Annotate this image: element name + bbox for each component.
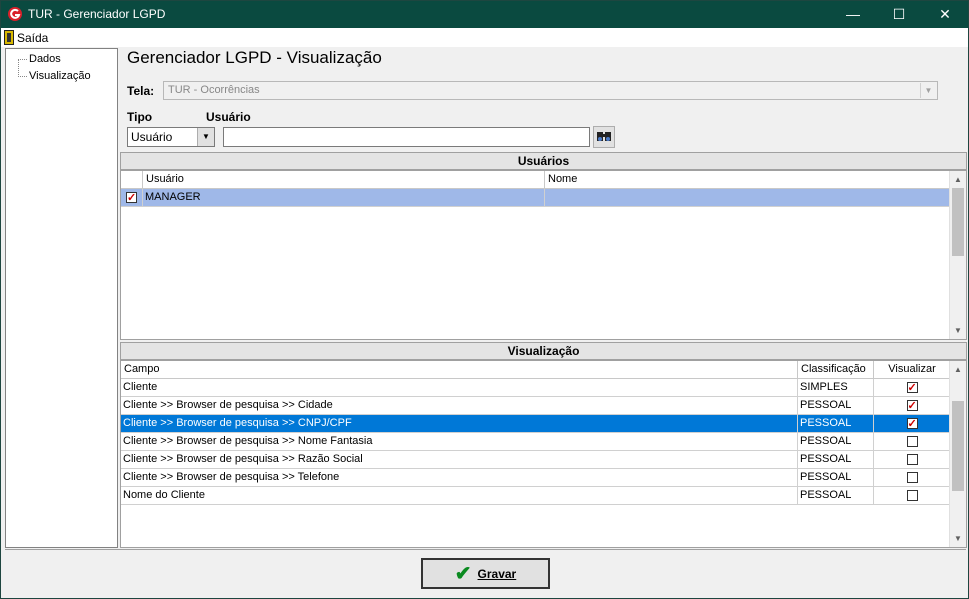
page-title: Gerenciador LGPD - Visualização [127,48,382,67]
tipo-select[interactable]: Usuário ▼ [127,127,215,147]
scroll-up-icon[interactable]: ▲ [950,361,966,378]
column-header-nome[interactable]: Nome [545,171,951,189]
view-section-header: Visualização [120,342,967,360]
visualizar-cell[interactable] [874,487,951,504]
campo-cell: Cliente >> Browser de pesquisa >> Telefo… [121,469,798,486]
tela-select-value: TUR - Ocorrências [168,84,260,96]
save-button[interactable]: ✔ Gravar [421,558,550,589]
classificacao-cell: PESSOAL [798,469,874,486]
app-window: TUR - Gerenciador LGPD — ☐ ✕ Saída Dados… [0,0,969,599]
door-exit-icon [4,30,14,45]
tree-item-visualizacao[interactable]: Visualização [29,70,91,82]
campo-cell: Cliente >> Browser de pesquisa >> Nome F… [121,433,798,450]
scroll-up-icon[interactable]: ▲ [950,171,966,188]
exit-menu-label: Saída [17,30,49,45]
table-row[interactable]: Cliente >> Browser de pesquisa >> CNPJ/C… [121,415,951,433]
binoculars-icon [597,132,611,141]
classificacao-cell: SIMPLES [798,379,874,396]
classificacao-cell: PESSOAL [798,397,874,414]
column-header-usuario[interactable]: Usuário [143,171,545,189]
table-row[interactable]: Cliente SIMPLES [121,379,951,397]
user-usuario-cell: MANAGER [143,189,545,206]
users-grid: Usuário Nome MANAGER ▲ ▼ [120,170,967,340]
title-bar: TUR - Gerenciador LGPD — ☐ ✕ [1,1,968,28]
scrollbar-thumb[interactable] [952,401,964,491]
visualizar-checkbox[interactable] [906,471,918,483]
visualizar-checkbox[interactable] [906,398,918,414]
classificacao-cell: PESSOAL [798,433,874,450]
tipo-select-value: Usuário [131,130,173,144]
usuario-label: Usuário [206,110,251,124]
visualizar-cell[interactable] [874,451,951,468]
visualizar-cell[interactable] [874,397,951,414]
classificacao-cell: PESSOAL [798,487,874,504]
view-scrollbar[interactable]: ▲ ▼ [949,361,966,547]
user-nome-cell [545,189,951,206]
checkmark-icon: ✔ [454,562,472,585]
users-section-header: Usuários [120,152,967,170]
visualizar-cell[interactable] [874,415,951,432]
chevron-down-icon: ▼ [920,83,936,98]
scroll-down-icon[interactable]: ▼ [950,530,966,547]
column-header-classificacao[interactable]: Classificação [798,361,874,379]
tree-connector [18,76,27,77]
tipo-label: Tipo [127,110,153,124]
menu-bar: Saída [1,28,968,47]
table-row[interactable]: Cliente >> Browser de pesquisa >> Telefo… [121,469,951,487]
view-grid: Campo Classificação Visualizar Cliente SI… [120,360,967,548]
visualizar-checkbox[interactable] [906,435,918,447]
users-scrollbar[interactable]: ▲ ▼ [949,171,966,339]
window-title: TUR - Gerenciador LGPD [28,7,166,21]
search-user-button[interactable] [593,126,615,148]
row-checkbox-cell[interactable] [121,189,143,206]
campo-cell: Cliente >> Browser de pesquisa >> Cidade [121,397,798,414]
campo-cell: Cliente >> Browser de pesquisa >> CNPJ/C… [121,415,798,432]
tree-connector [18,59,27,60]
minimize-button[interactable]: — [830,1,876,28]
chevron-down-icon[interactable]: ▼ [197,128,214,146]
classificacao-cell: PESSOAL [798,415,874,432]
campo-cell: Cliente [121,379,798,396]
exit-menu-item[interactable]: Saída [4,29,48,46]
column-header-visualizar[interactable]: Visualizar [874,361,951,379]
close-button[interactable]: ✕ [922,1,968,28]
table-row[interactable]: MANAGER [121,189,951,207]
campo-cell: Cliente >> Browser de pesquisa >> Razão … [121,451,798,468]
tela-select: TUR - Ocorrências ▼ [163,81,938,100]
table-row[interactable]: Cliente >> Browser de pesquisa >> Nome F… [121,433,951,451]
tree-item-dados[interactable]: Dados [29,53,61,65]
visualizar-checkbox[interactable] [906,380,918,396]
table-row[interactable]: Cliente >> Browser de pesquisa >> Cidade… [121,397,951,415]
visualizar-checkbox[interactable] [906,453,918,465]
user-select-checkbox[interactable] [126,190,137,206]
scrollbar-thumb[interactable] [952,188,964,256]
scroll-down-icon[interactable]: ▼ [950,322,966,339]
save-button-label: Gravar [477,566,517,581]
column-header-campo[interactable]: Campo [121,361,798,379]
campo-cell: Nome do Cliente [121,487,798,504]
users-grid-corner [121,171,143,189]
classificacao-cell: PESSOAL [798,451,874,468]
tree-connector [18,59,19,77]
maximize-button[interactable]: ☐ [876,1,922,28]
table-row[interactable]: Cliente >> Browser de pesquisa >> Razão … [121,451,951,469]
app-logo-icon [8,7,22,21]
usuario-input[interactable] [223,127,590,147]
visualizar-cell[interactable] [874,379,951,396]
visualizar-checkbox[interactable] [906,489,918,501]
tela-label: Tela: [127,84,155,98]
table-row[interactable]: Nome do Cliente PESSOAL [121,487,951,505]
visualizar-cell[interactable] [874,433,951,450]
navigation-tree: Dados Visualização [5,48,118,548]
visualizar-cell[interactable] [874,469,951,486]
visualizar-checkbox[interactable] [906,416,918,432]
